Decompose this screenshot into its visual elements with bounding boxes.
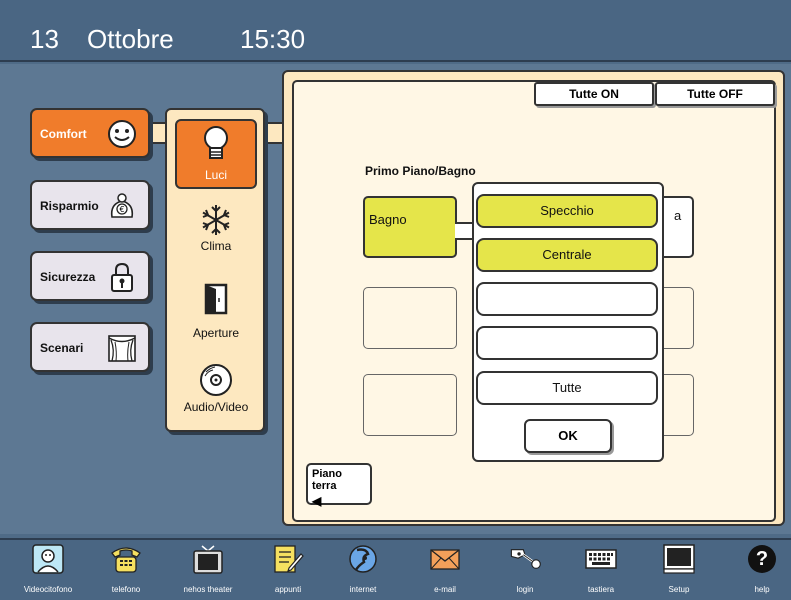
arrow-left-icon: ◀ [312,494,322,508]
theater-curtain-icon [106,332,138,364]
help-glyph: ? [748,545,776,573]
tastiera-button[interactable]: tastiera [561,544,641,594]
subcategory-label: Audio/Video [183,400,249,414]
door-icon [175,282,257,316]
subcategory-luci-button[interactable]: Luci [175,119,257,189]
room-tile-label: a [674,208,682,223]
date-day: 13 [30,24,59,54]
category-label: Comfort [40,127,87,141]
top-bar: 13 Ottobre 15:30 [0,0,791,62]
section-title: Primo Piano/Bagno [365,164,476,178]
e-mail-button[interactable]: e-mail [405,544,485,594]
bottom-label: login [516,585,534,594]
category-label: Sicurezza [40,270,96,284]
bottom-label: telefono [111,585,141,594]
snowflake-icon [175,203,257,237]
subcategory-clima-button[interactable]: Clima [175,203,257,263]
floor-button-label: Piano terra [312,468,342,492]
key-icon [508,544,542,574]
light-empty-button[interactable] [476,282,658,316]
subcategory-aperture-button[interactable]: Aperture [175,282,257,342]
telefono-button[interactable]: telefono [86,544,166,594]
help-button[interactable]: ? help [722,544,791,594]
keyboard-icon [584,544,618,574]
category-sicurezza-button[interactable]: Sicurezza [30,251,150,301]
bottom-label: Videocitofono [23,585,73,594]
svg-text:€: € [119,205,124,214]
bottom-label: internet [349,585,377,594]
login-button[interactable]: login [485,544,565,594]
cd-icon [175,362,257,398]
room-tile-label: Bagno [369,212,407,227]
category-label: Scenari [40,341,84,355]
subcategory-label: Clima [200,239,232,253]
internet-button[interactable]: internet [323,544,403,594]
room-tile[interactable] [363,287,457,349]
appunti-button[interactable]: appunti [248,544,328,594]
category-risparmio-button[interactable]: Risparmio € [30,180,150,230]
tv-icon [191,544,225,574]
piggy-bank-icon: € [106,190,138,222]
videophone-icon [31,544,65,574]
floor-switch-button[interactable]: Piano terra ◀ [306,463,372,508]
bottom-label: nehos theater [183,585,233,594]
telephone-icon [109,544,143,574]
category-scenari-button[interactable]: Scenari [30,322,150,372]
category-label: Risparmio [40,199,99,213]
setup-button[interactable]: Setup [639,544,719,594]
light-all-button[interactable]: Tutte [476,371,658,405]
light-centrale-button[interactable]: Centrale [476,238,658,272]
category-comfort-button[interactable]: Comfort [30,108,150,158]
bottom-label: e-mail [434,585,456,594]
ok-button[interactable]: OK [524,419,612,453]
room-tile-bagno[interactable]: Bagno [363,196,457,258]
smiley-icon [106,118,138,150]
videocitofono-button[interactable]: Videocitofono [8,544,88,594]
all-on-button[interactable]: Tutte ON [534,82,654,106]
monitor-icon [662,544,696,574]
bottom-label: appunti [274,585,302,594]
light-bulb-icon [177,124,255,164]
globe-icon [346,544,380,574]
subcategory-audio-video-button[interactable]: Audio/Video [175,362,257,422]
bottom-label: help [754,585,770,594]
clock-time: 15:30 [240,24,306,54]
room-tile[interactable] [363,374,457,436]
date-month: Ottobre [87,24,174,54]
bottom-label: Setup [668,585,690,594]
light-empty-button[interactable] [476,326,658,360]
bottom-label: tastiera [587,585,615,594]
light-specchio-button[interactable]: Specchio [476,194,658,228]
envelope-icon [428,544,462,574]
notepad-icon [271,544,305,574]
subcategory-label: Aperture [192,326,240,340]
subcategory-connector [263,122,284,144]
padlock-icon [106,261,138,293]
subcategory-label: Luci [204,168,227,182]
nehos-theater-button[interactable]: nehos theater [168,544,248,594]
help-icon: ? [745,544,779,574]
all-off-button[interactable]: Tutte OFF [655,82,775,106]
